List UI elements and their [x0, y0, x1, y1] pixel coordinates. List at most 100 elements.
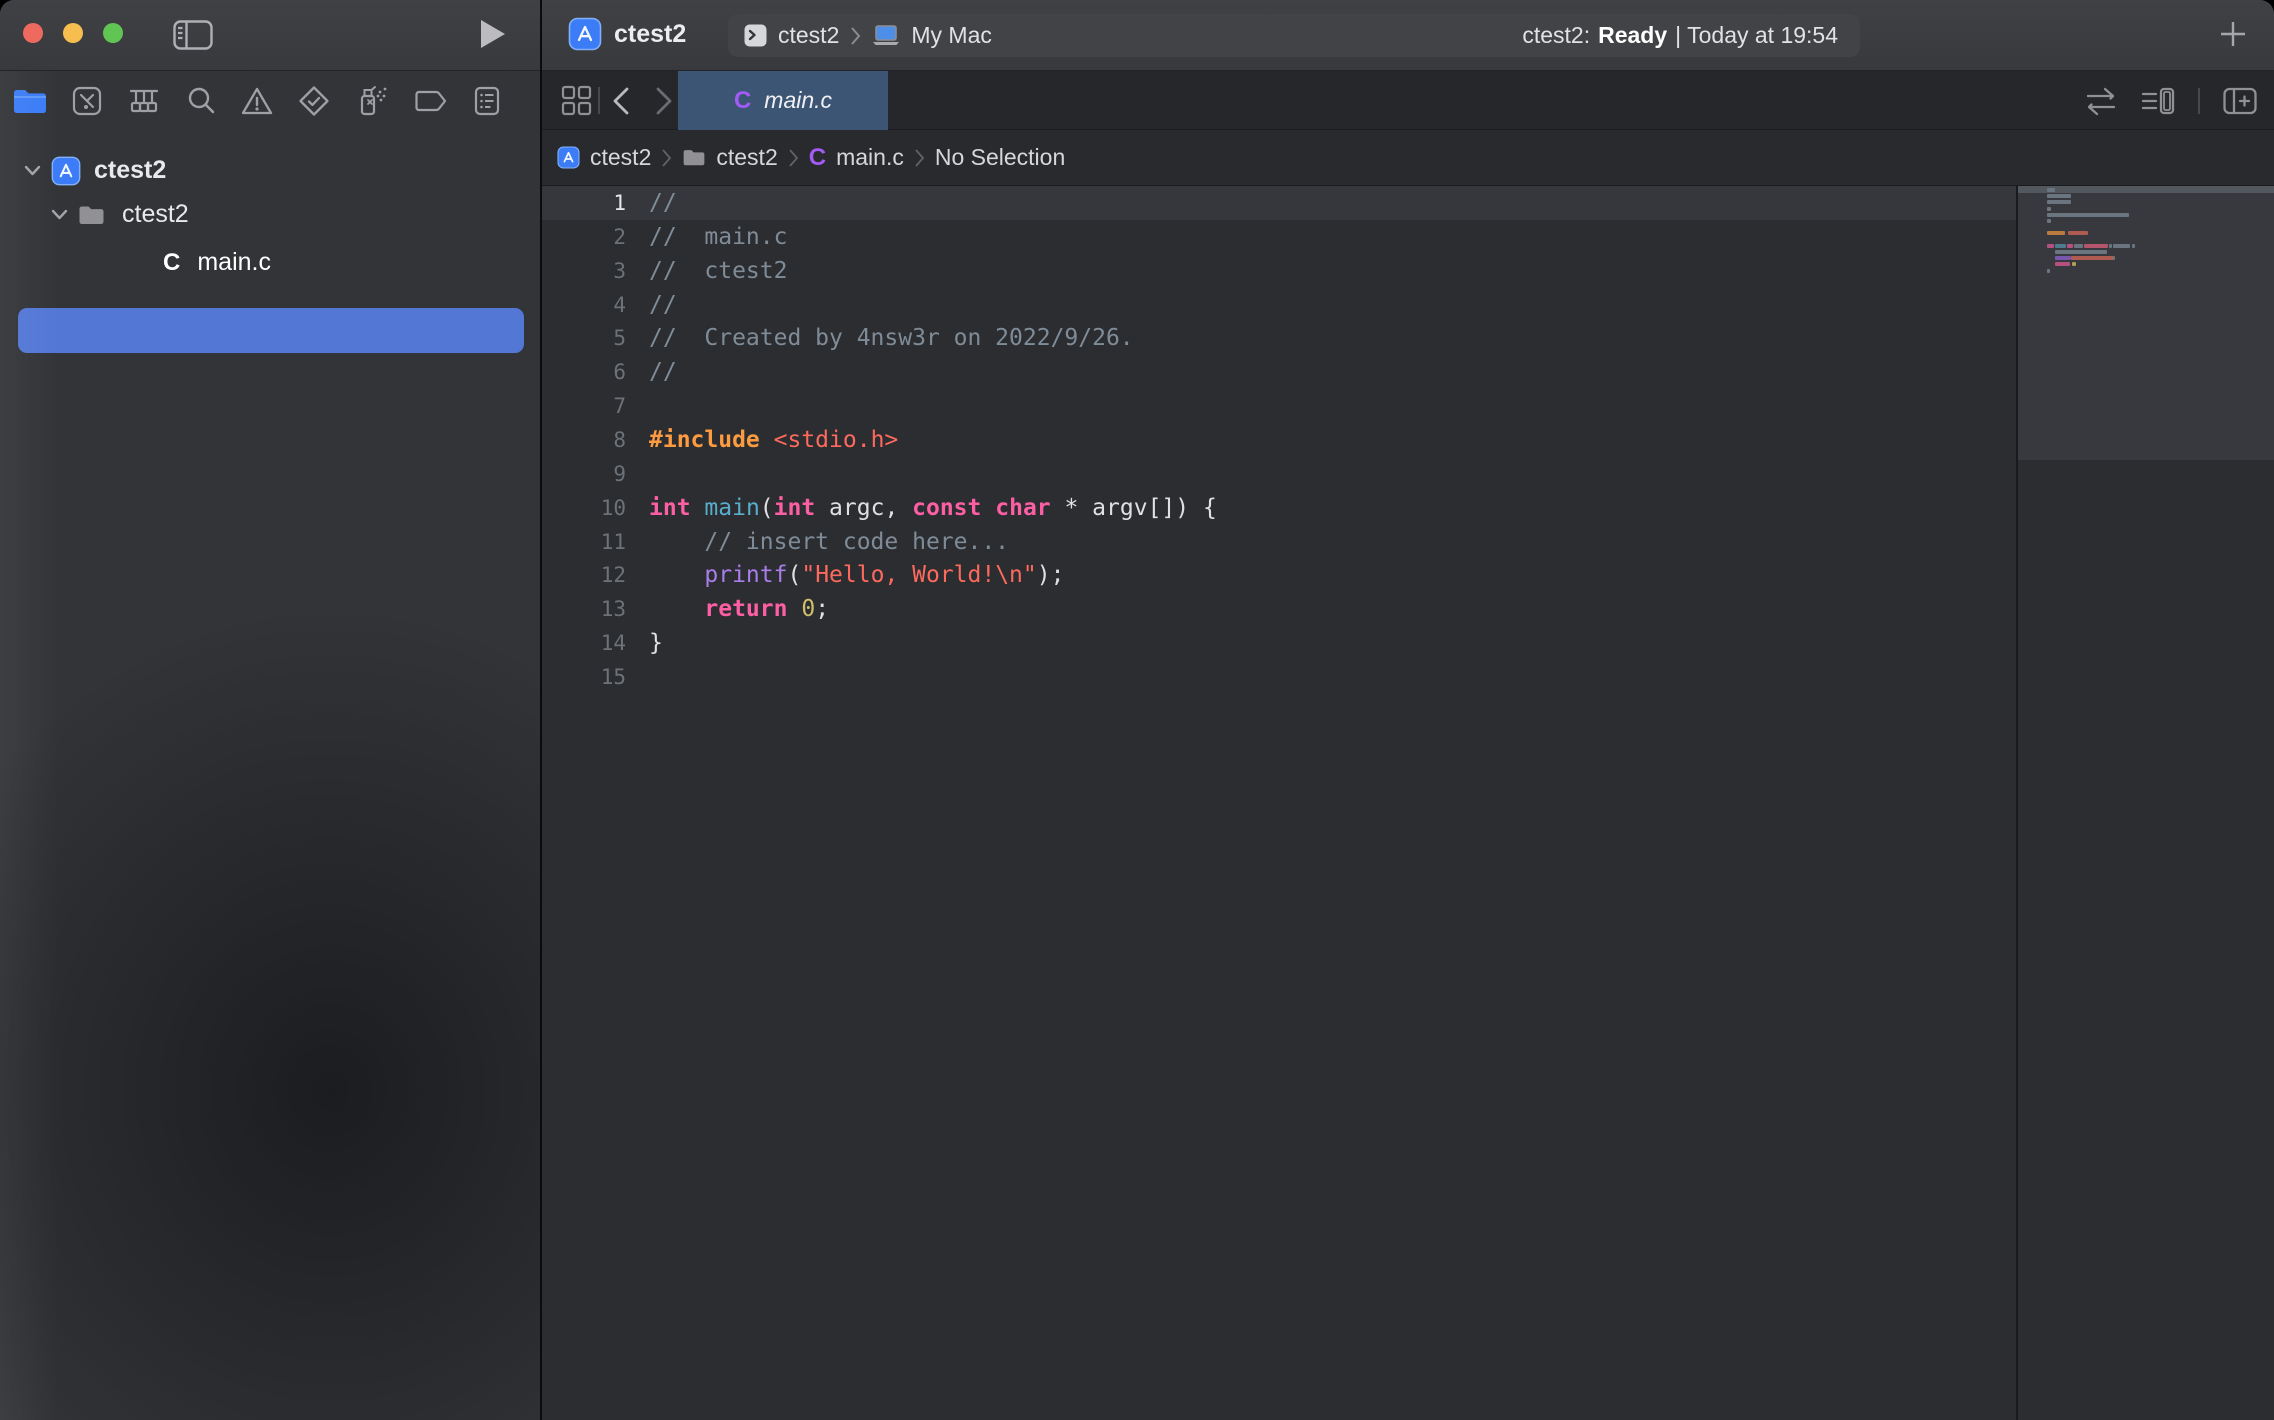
- tree-group-label[interactable]: ctest2: [122, 200, 189, 229]
- code-line[interactable]: 12 printf("Hello, World!\n");: [542, 558, 2016, 592]
- jump-bar-project[interactable]: ctest2: [557, 144, 651, 171]
- chevron-down-icon[interactable]: [51, 208, 68, 221]
- code-text: // Created by 4nsw3r on 2022/9/26.: [649, 325, 1134, 351]
- minimap-viewport[interactable]: [2018, 186, 2274, 460]
- minimap-code-segment: [2047, 244, 2054, 248]
- scheme-selector[interactable]: ctest2 My Mac: [728, 22, 992, 49]
- scheme-target-label[interactable]: ctest2: [778, 22, 839, 49]
- tab-bar-divider: [2198, 88, 2200, 114]
- minimap-code-segment: [2047, 269, 2050, 273]
- debug-navigator-icon[interactable]: [354, 84, 390, 118]
- minimap-code-segment: [2109, 244, 2112, 248]
- jump-bar-group[interactable]: ctest2: [682, 144, 777, 171]
- minimap-code-segment: [2055, 262, 2070, 266]
- line-number[interactable]: 12: [542, 563, 626, 587]
- tree-row-file[interactable]: C main.c: [0, 240, 271, 285]
- code-line[interactable]: 5 // Created by 4nsw3r on 2022/9/26.: [542, 321, 2016, 355]
- tab-overview-icon[interactable]: [560, 84, 594, 118]
- folder-icon: [78, 204, 105, 226]
- line-number[interactable]: 5: [542, 326, 626, 350]
- minimap-code-segment: [2047, 194, 2071, 198]
- tree-row-group[interactable]: ctest2: [0, 192, 189, 237]
- code-editor[interactable]: 1 // 2// main.c 3 // ctest2 4// 5 // Created by…: [542, 186, 2016, 1420]
- project-navigator-icon[interactable]: [12, 86, 48, 116]
- tree-file-label[interactable]: main.c: [197, 248, 271, 277]
- line-number[interactable]: 6: [542, 360, 626, 384]
- go-forward-icon[interactable]: [655, 87, 673, 115]
- code-line[interactable]: 1 //: [542, 186, 2016, 220]
- chevron-down-icon[interactable]: [24, 164, 41, 177]
- chevron-right-icon: [788, 148, 799, 168]
- find-navigator-icon[interactable]: [185, 85, 217, 117]
- code-line[interactable]: 2// main.c: [542, 220, 2016, 254]
- run-button[interactable]: [480, 19, 506, 49]
- build-status[interactable]: ctest2: Ready | Today at 19:54: [1522, 14, 1860, 57]
- code-text: //: [649, 190, 677, 216]
- folder-icon: [682, 148, 706, 167]
- jump-bar: ctest2 ctest2 C main.c No Selection: [542, 130, 2274, 186]
- zoom-window-button[interactable]: [103, 23, 123, 43]
- line-number[interactable]: 9: [542, 462, 626, 486]
- tree-project-label[interactable]: ctest2: [94, 156, 166, 185]
- jump-bar-selection-label[interactable]: No Selection: [935, 144, 1065, 171]
- code-line[interactable]: 3 // ctest2: [542, 254, 2016, 288]
- minimap[interactable]: [2018, 186, 2274, 1420]
- jump-bar-group-label[interactable]: ctest2: [716, 144, 777, 171]
- line-number[interactable]: 4: [542, 293, 626, 317]
- test-navigator-icon[interactable]: [297, 84, 331, 118]
- minimap-code-segment: [2047, 207, 2051, 211]
- jump-bar-project-label[interactable]: ctest2: [590, 144, 651, 171]
- code-text: printf("Hello, World!\n");: [649, 562, 1064, 588]
- code-line[interactable]: 13 return 0;: [542, 592, 2016, 626]
- add-editor-split-icon[interactable]: [2222, 86, 2258, 116]
- source-control-navigator-icon[interactable]: [71, 85, 103, 117]
- jump-bar-file-label[interactable]: main.c: [836, 144, 904, 171]
- line-number[interactable]: 2: [542, 225, 626, 249]
- go-back-icon[interactable]: [612, 87, 630, 115]
- breakpoint-navigator-icon[interactable]: [413, 86, 449, 116]
- line-number[interactable]: 13: [542, 597, 626, 621]
- code-line[interactable]: 9: [542, 457, 2016, 491]
- tree-row-project[interactable]: ctest2: [0, 148, 166, 193]
- tab-main-c[interactable]: C main.c: [678, 71, 888, 130]
- code-line[interactable]: 14}: [542, 626, 2016, 660]
- add-tab-button[interactable]: [2218, 19, 2248, 49]
- symbol-navigator-icon[interactable]: [126, 85, 162, 117]
- chevron-right-icon: [850, 26, 861, 46]
- line-number[interactable]: 1: [542, 191, 626, 215]
- code-line[interactable]: 8#include <stdio.h>: [542, 423, 2016, 457]
- code-line[interactable]: 6//: [542, 355, 2016, 389]
- minimap-code-segment: [2084, 244, 2108, 248]
- minimap-code-segment: [2072, 262, 2076, 266]
- issue-navigator-icon[interactable]: [240, 85, 274, 117]
- code-line[interactable]: 4//: [542, 288, 2016, 322]
- code-line[interactable]: 7: [542, 389, 2016, 423]
- editor-options-icon[interactable]: [2140, 85, 2176, 117]
- code-text: // ctest2: [649, 258, 787, 284]
- toggle-sidebar-icon[interactable]: [173, 20, 213, 50]
- code-line[interactable]: 15: [542, 660, 2016, 694]
- status-state: Ready: [1598, 22, 1667, 49]
- report-navigator-icon[interactable]: [472, 85, 502, 117]
- line-number[interactable]: 3: [542, 259, 626, 283]
- app-store-project-icon: [557, 146, 580, 169]
- code-line[interactable]: 10int main(int argc, const char * argv[]…: [542, 491, 2016, 525]
- close-window-button[interactable]: [23, 23, 43, 43]
- tab-bar-divider: [598, 87, 600, 114]
- minimap-code-segment: [2055, 250, 2107, 254]
- line-number[interactable]: 15: [542, 665, 626, 689]
- c-file-icon: C: [734, 87, 751, 115]
- minimap-code-segment: [2047, 219, 2051, 223]
- minimap-code-segment: [2067, 244, 2073, 248]
- minimize-window-button[interactable]: [63, 23, 83, 43]
- line-number[interactable]: 10: [542, 496, 626, 520]
- line-number[interactable]: 11: [542, 530, 626, 554]
- line-number[interactable]: 7: [542, 394, 626, 418]
- jump-bar-file[interactable]: C main.c: [809, 144, 904, 172]
- scheme-destination-label[interactable]: My Mac: [911, 22, 992, 49]
- activity-viewer: ctest2 My Mac ctest2: Ready | Today at 1…: [728, 14, 1860, 57]
- code-line[interactable]: 11 // insert code here...: [542, 525, 2016, 559]
- line-number[interactable]: 8: [542, 428, 626, 452]
- line-number[interactable]: 14: [542, 631, 626, 655]
- code-review-icon[interactable]: [2084, 86, 2118, 116]
